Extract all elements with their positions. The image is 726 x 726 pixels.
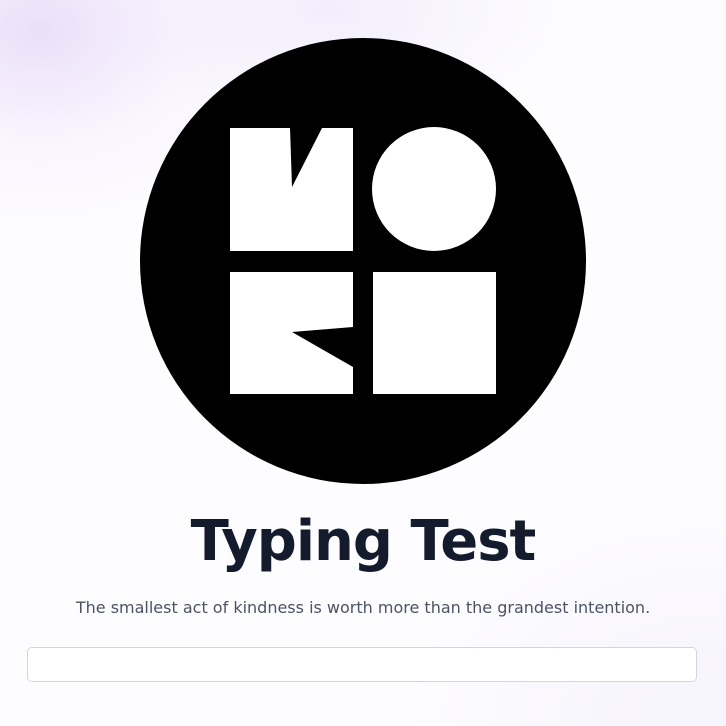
typing-input[interactable]: [27, 647, 697, 682]
moki-logo-icon: [140, 38, 586, 484]
quote-text: The smallest act of kindness is worth mo…: [75, 598, 651, 617]
page-title: Typing Test: [190, 509, 537, 574]
